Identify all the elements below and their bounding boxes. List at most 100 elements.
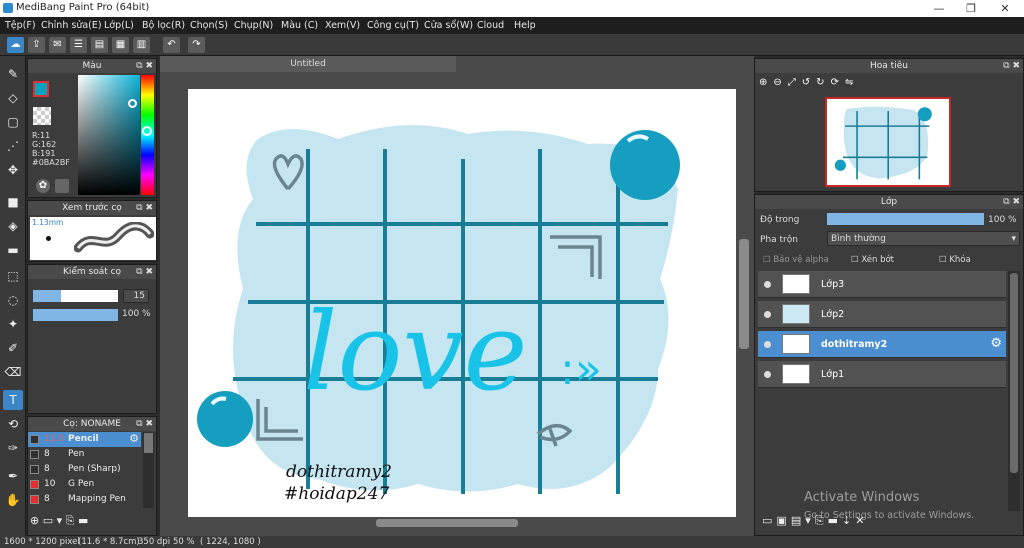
rotate-right-icon[interactable]: ↻ (816, 77, 830, 88)
foreground-color-swatch[interactable] (33, 81, 49, 97)
move-tool-icon[interactable]: ✥ (3, 160, 23, 180)
menu-capture[interactable]: Chụp(N) (234, 20, 273, 31)
layer-opacity-slider[interactable] (827, 213, 984, 225)
cloud-icon[interactable]: ☁ (7, 37, 24, 53)
fill-rect-tool-icon[interactable]: ■ (3, 192, 23, 212)
layer-list-scrollbar[interactable] (1008, 271, 1020, 511)
select-tool-icon[interactable]: ⬚ (3, 266, 23, 286)
redo-icon[interactable]: ↷ (188, 37, 205, 53)
brush-folder-icon[interactable]: ▬ (78, 514, 88, 527)
blend-mode-select[interactable]: Bình thường ▾ (827, 231, 1020, 246)
restore-button[interactable]: ❐ (954, 0, 988, 17)
transparent-swatch[interactable] (33, 107, 51, 125)
protect-alpha-option[interactable]: ☐ Bảo vệ alpha (763, 255, 829, 265)
palette-icon[interactable]: ✿ (36, 179, 50, 193)
fit-icon[interactable]: ⤢ (788, 77, 802, 88)
text-tool-icon[interactable]: T (3, 390, 23, 410)
divide-tool-icon[interactable]: ✑ (3, 438, 23, 458)
menu-help[interactable]: Help (514, 20, 536, 31)
brush-menu-icon[interactable]: ▾ (57, 514, 63, 527)
lasso-tool-icon[interactable]: ◌ (3, 290, 23, 310)
share-icon[interactable]: ⇪ (28, 37, 45, 53)
panel-buttons[interactable]: ⧉ ✖ (1003, 195, 1020, 209)
select-eraser-icon[interactable]: ⌫ (3, 362, 23, 382)
operation-tool-icon[interactable]: ⟲ (3, 414, 23, 434)
magic-wand-icon[interactable]: ✦ (3, 314, 23, 334)
comment-icon[interactable]: ✉ (49, 37, 66, 53)
menu-layer[interactable]: Lớp(L) (104, 20, 134, 31)
color-history-icon[interactable] (55, 179, 69, 193)
gradient-tool-icon[interactable]: ▬ (3, 240, 23, 260)
layer-item-lop3[interactable]: Lớp3 (758, 271, 1006, 298)
panel-buttons[interactable]: ⧉ ✖ (136, 59, 153, 73)
menu-edit[interactable]: Chỉnh sửa(E) (41, 20, 102, 31)
flip-icon[interactable]: ⇋ (845, 77, 859, 88)
menu-cloud[interactable]: Cloud (477, 20, 504, 31)
lock-option[interactable]: ☐ Khóa (939, 255, 971, 265)
saturation-value-picker[interactable] (78, 75, 140, 195)
brush-size-input[interactable]: 15 (123, 289, 149, 303)
new-halftone-layer-icon[interactable]: ▣ (776, 514, 790, 527)
vertical-scrollbar[interactable] (737, 73, 751, 525)
brush-item-pen-sharp[interactable]: 8 Pen (Sharp) (28, 462, 141, 477)
horizontal-scrollbar[interactable] (160, 517, 738, 529)
navigator-thumbnail[interactable] (825, 97, 951, 187)
select-pen-icon[interactable]: ✐ (3, 338, 23, 358)
close-button[interactable]: ✕ (988, 0, 1022, 17)
zoom-out-icon[interactable]: ⊖ (773, 77, 787, 88)
clipping-option[interactable]: ☐ Xén bớt (851, 255, 894, 265)
menu-view[interactable]: Xem(V) (325, 20, 360, 31)
brush-item-g-pen[interactable]: 10 G Pen (28, 477, 141, 492)
brush-tool-icon[interactable]: ✎ (3, 64, 23, 84)
dot-tool-icon[interactable]: ⋰ (3, 136, 23, 156)
visibility-icon[interactable] (764, 311, 771, 318)
new-brush-icon[interactable]: ▭ (43, 514, 53, 527)
brush-list-scroll-thumb[interactable] (144, 433, 153, 453)
bucket-tool-icon[interactable]: ◈ (3, 216, 23, 236)
hand-tool-icon[interactable]: ✋ (3, 490, 23, 510)
layer-item-lop2[interactable]: Lớp2 (758, 301, 1006, 328)
drawing-canvas[interactable]: love :» dothitramy2 #hoidap247 (188, 89, 736, 517)
shape-tool-icon[interactable]: ▢ (3, 112, 23, 132)
panel-buttons[interactable]: ⧉ ✖ (1003, 59, 1020, 73)
brush-item-pen[interactable]: 8 Pen (28, 447, 141, 462)
panel-buttons[interactable]: ⧉ ✖ (136, 201, 153, 215)
speech-icon[interactable]: ☰ (70, 37, 87, 53)
horizontal-scroll-thumb[interactable] (376, 519, 518, 527)
brush-size-slider[interactable] (33, 290, 118, 302)
menu-color[interactable]: Màu (C) (281, 20, 318, 31)
menu-select[interactable]: Chọn(S) (190, 20, 228, 31)
zoom-in-icon[interactable]: ⊕ (759, 77, 773, 88)
brush-copy-icon[interactable]: ⎘ (66, 514, 75, 527)
gear-icon[interactable]: ⚙ (990, 336, 1002, 351)
visibility-icon[interactable] (764, 371, 771, 378)
rotate-left-icon[interactable]: ↺ (802, 77, 816, 88)
menu-filter[interactable]: Bộ lọc(R) (142, 20, 185, 31)
brush-list-scrollbar[interactable] (143, 432, 154, 508)
reset-icon[interactable]: ⟳ (831, 77, 845, 88)
menu-file[interactable]: Tệp(F) (5, 20, 36, 31)
hue-slider-handle[interactable] (142, 126, 152, 136)
brush-item-pencil[interactable]: 11.0 Pencil ⚙ (28, 432, 141, 447)
vertical-scroll-thumb[interactable] (739, 239, 749, 349)
grid-icon[interactable]: ▥ (133, 37, 150, 53)
panel-buttons[interactable]: ⧉ ✖ (136, 417, 153, 431)
layer-scroll-thumb[interactable] (1010, 273, 1018, 473)
menu-window[interactable]: Cửa sổ(W) (424, 20, 473, 31)
brush-item-mapping-pen[interactable]: 8 Mapping Pen (28, 492, 141, 507)
add-brush-icon[interactable]: ⊕ (30, 514, 39, 527)
tab-untitled[interactable]: Untitled (160, 56, 456, 72)
page-icon[interactable]: ▤ (91, 37, 108, 53)
brush-opacity-slider[interactable] (33, 309, 118, 321)
eraser-tool-icon[interactable]: ◇ (3, 88, 23, 108)
sv-picker-handle[interactable] (128, 99, 137, 108)
visibility-icon[interactable] (764, 341, 771, 348)
undo-icon[interactable]: ↶ (163, 37, 180, 53)
gear-icon[interactable]: ⚙ (129, 432, 139, 445)
panel-buttons[interactable]: ⧉ ✖ (136, 265, 153, 279)
layer-item-dothitramy2[interactable]: dothitramy2 ⚙ (758, 331, 1006, 358)
visibility-icon[interactable] (764, 281, 771, 288)
new-layer-icon[interactable]: ▭ (762, 514, 776, 527)
eyedropper-tool-icon[interactable]: ✒ (3, 466, 23, 486)
menu-tools[interactable]: Công cụ(T) (367, 20, 419, 31)
